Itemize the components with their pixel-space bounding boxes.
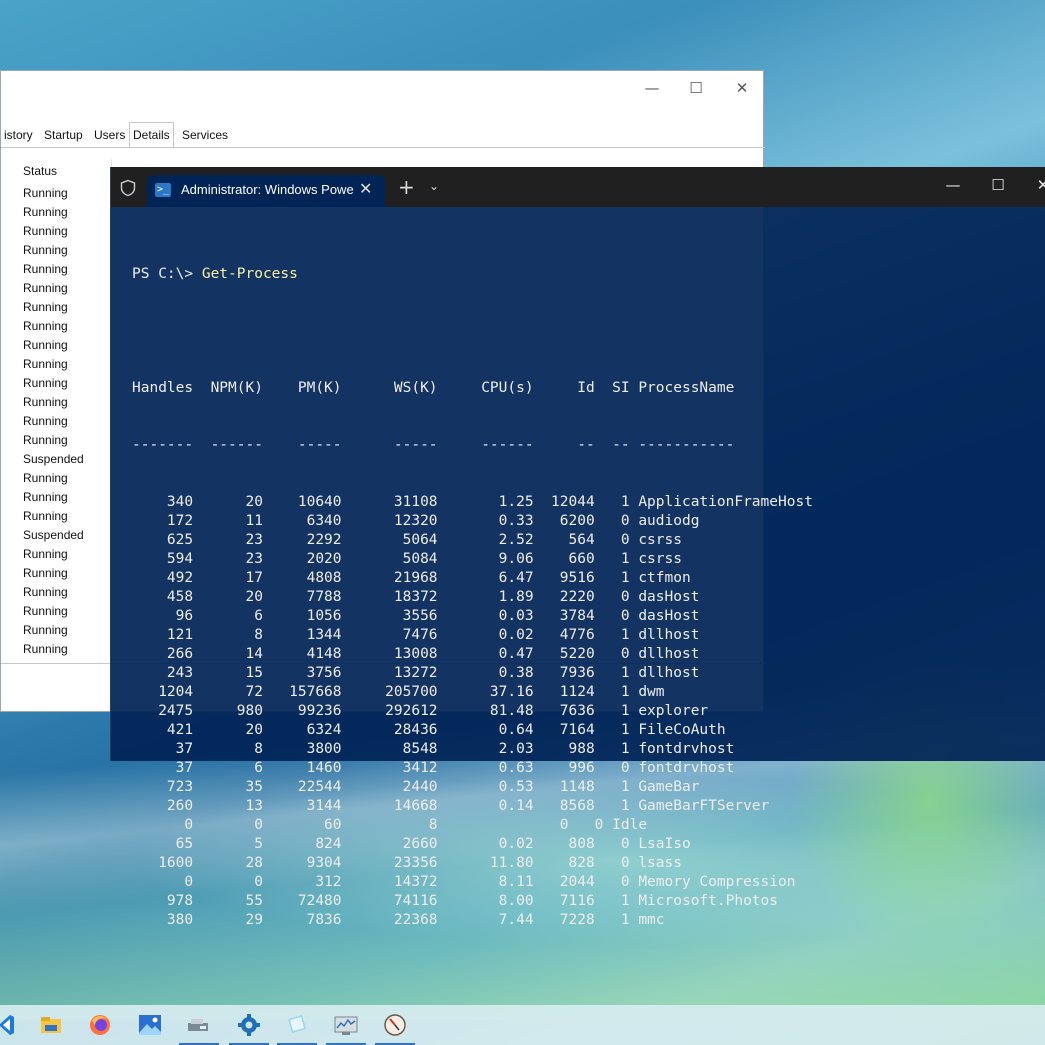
- terminal-tab-title: Administrator: Windows Powe: [181, 182, 354, 197]
- tab-history[interactable]: istory: [1, 124, 36, 146]
- status-cell[interactable]: Running: [23, 490, 68, 504]
- status-cell[interactable]: Running: [23, 433, 68, 447]
- new-tab-button[interactable]: +: [398, 175, 415, 199]
- process-row: 37 6 1460 3412 0.63 996 0 fontdrvhost: [132, 760, 735, 776]
- status-cell[interactable]: Running: [23, 566, 68, 580]
- maximize-icon[interactable]: ☐: [681, 79, 711, 97]
- firefox-icon[interactable]: [88, 1013, 112, 1037]
- process-row: 121 8 1344 7476 0.02 4776 1 dllhost: [132, 627, 700, 643]
- status-cell[interactable]: Suspended: [23, 452, 84, 466]
- terminal-tab[interactable]: >_ Administrator: Windows Powe ✕: [147, 175, 385, 207]
- file-explorer-icon[interactable]: [39, 1013, 63, 1037]
- process-row: 96 6 1056 3556 0.03 3784 0 dasHost: [132, 608, 700, 624]
- process-row: 594 23 2020 5084 9.06 660 1 csrss: [132, 551, 682, 567]
- status-cell[interactable]: Running: [23, 338, 68, 352]
- status-cell[interactable]: Running: [23, 623, 68, 637]
- status-cell[interactable]: Running: [23, 509, 68, 523]
- process-row: 492 17 4808 21968 6.47 9516 1 ctfmon: [132, 570, 691, 586]
- taskbar: [0, 1005, 1045, 1045]
- status-cell[interactable]: Suspended: [23, 528, 84, 542]
- process-row: 37 8 3800 8548 2.03 988 1 fontdrvhost: [132, 741, 735, 757]
- tab-details[interactable]: Details: [129, 122, 174, 147]
- process-row: 0 0 312 14372 8.11 2044 0 Memory Compres…: [132, 874, 796, 890]
- prompt-line: PS C:\> Get-Process: [132, 265, 813, 284]
- status-cell[interactable]: Running: [23, 205, 68, 219]
- process-row: 1600 28 9304 23356 11.80 828 0 lsass: [132, 855, 682, 871]
- close-icon[interactable]: ✕: [1029, 176, 1045, 194]
- status-cell[interactable]: Running: [23, 300, 68, 314]
- status-cell[interactable]: Running: [23, 395, 68, 409]
- status-cell[interactable]: Running: [23, 414, 68, 428]
- status-cell[interactable]: Running: [23, 547, 68, 561]
- status-cell[interactable]: Running: [23, 471, 68, 485]
- task-manager-titlebar: — ☐ ✕: [1, 71, 763, 121]
- chevron-down-icon[interactable]: ⌄: [429, 179, 439, 193]
- status-cell[interactable]: Running: [23, 224, 68, 238]
- status-cell[interactable]: Running: [23, 357, 68, 371]
- process-row: 340 20 10640 31108 1.25 12044 1 Applicat…: [132, 494, 813, 510]
- status-cell[interactable]: Running: [23, 186, 68, 200]
- prompt-text: PS C:\>: [132, 266, 202, 282]
- close-tab-icon[interactable]: ✕: [359, 179, 372, 198]
- tab-users[interactable]: Users: [91, 124, 128, 146]
- process-row: 0 0 60 8 0 0 Idle: [132, 817, 648, 833]
- tab-divider: [1, 147, 765, 148]
- status-cell[interactable]: Running: [23, 376, 68, 390]
- process-row: 266 14 4148 13008 0.47 5220 0 dllhost: [132, 646, 700, 662]
- vscode-icon[interactable]: [0, 1013, 16, 1037]
- close-icon[interactable]: ✕: [727, 79, 757, 97]
- process-row: 723 35 22544 2440 0.53 1148 1 GameBar: [132, 779, 700, 795]
- terminal-tabbar: >_ Administrator: Windows Powe ✕ + ⌄ — ☐…: [111, 167, 1045, 207]
- process-row: 625 23 2292 5064 2.52 564 0 csrss: [132, 532, 682, 548]
- column-header-status[interactable]: Status: [23, 164, 57, 178]
- status-cell[interactable]: Running: [23, 319, 68, 333]
- minimize-icon[interactable]: —: [939, 176, 967, 194]
- powershell-icon: >_: [155, 183, 171, 197]
- performance-monitor-icon[interactable]: [334, 1013, 358, 1037]
- settings-app-icon[interactable]: [237, 1013, 261, 1037]
- photos-icon[interactable]: [138, 1013, 162, 1037]
- tab-services[interactable]: Services: [179, 124, 231, 146]
- terminal-window: >_ Administrator: Windows Powe ✕ + ⌄ — ☐…: [110, 167, 1045, 928]
- tab-startup[interactable]: Startup: [41, 124, 86, 146]
- process-row: 2475 980 99236 292612 81.48 7636 1 explo…: [132, 703, 709, 719]
- task-manager-tabs: istory Startup Users Details Services: [1, 122, 763, 148]
- process-row: 978 55 72480 74116 8.00 7116 1 Microsoft…: [132, 893, 779, 909]
- status-cell[interactable]: Running: [23, 243, 68, 257]
- notepad-icon[interactable]: [285, 1013, 309, 1037]
- status-cell[interactable]: Running: [23, 604, 68, 618]
- status-cell[interactable]: Running: [23, 262, 68, 276]
- table-separator: ------- ------ ----- ----- ------ -- -- …: [132, 437, 735, 453]
- process-row: 172 11 6340 12320 0.33 6200 0 audiodg: [132, 513, 700, 529]
- table-header: Handles NPM(K) PM(K) WS(K) CPU(s) Id SI …: [132, 380, 735, 396]
- clock-app-icon[interactable]: [383, 1013, 407, 1037]
- terminal-output[interactable]: PS C:\> Get-Process Handles NPM(K) PM(K)…: [132, 227, 813, 968]
- status-cell[interactable]: Running: [23, 585, 68, 599]
- shield-icon: [120, 179, 136, 197]
- process-row: 380 29 7836 22368 7.44 7228 1 mmc: [132, 912, 665, 928]
- minimize-icon[interactable]: —: [637, 79, 667, 97]
- process-row: 260 13 3144 14668 0.14 8568 1 GameBarFTS…: [132, 798, 770, 814]
- process-row: 458 20 7788 18372 1.89 2220 0 dasHost: [132, 589, 700, 605]
- maximize-icon[interactable]: ☐: [984, 176, 1012, 194]
- status-cell[interactable]: Running: [23, 281, 68, 295]
- process-table: 340 20 10640 31108 1.25 12044 1 Applicat…: [132, 493, 813, 930]
- process-row: 243 15 3756 13272 0.38 7936 1 dllhost: [132, 665, 700, 681]
- process-row: 65 5 824 2660 0.02 808 0 LsaIso: [132, 836, 691, 852]
- app-icon[interactable]: [186, 1013, 210, 1037]
- process-row: 421 20 6324 28436 0.64 7164 1 FileCoAuth: [132, 722, 726, 738]
- command-text: Get-Process: [201, 266, 298, 282]
- status-cell[interactable]: Running: [23, 642, 68, 656]
- process-row: 1204 72 157668 205700 37.16 1124 1 dwm: [132, 684, 665, 700]
